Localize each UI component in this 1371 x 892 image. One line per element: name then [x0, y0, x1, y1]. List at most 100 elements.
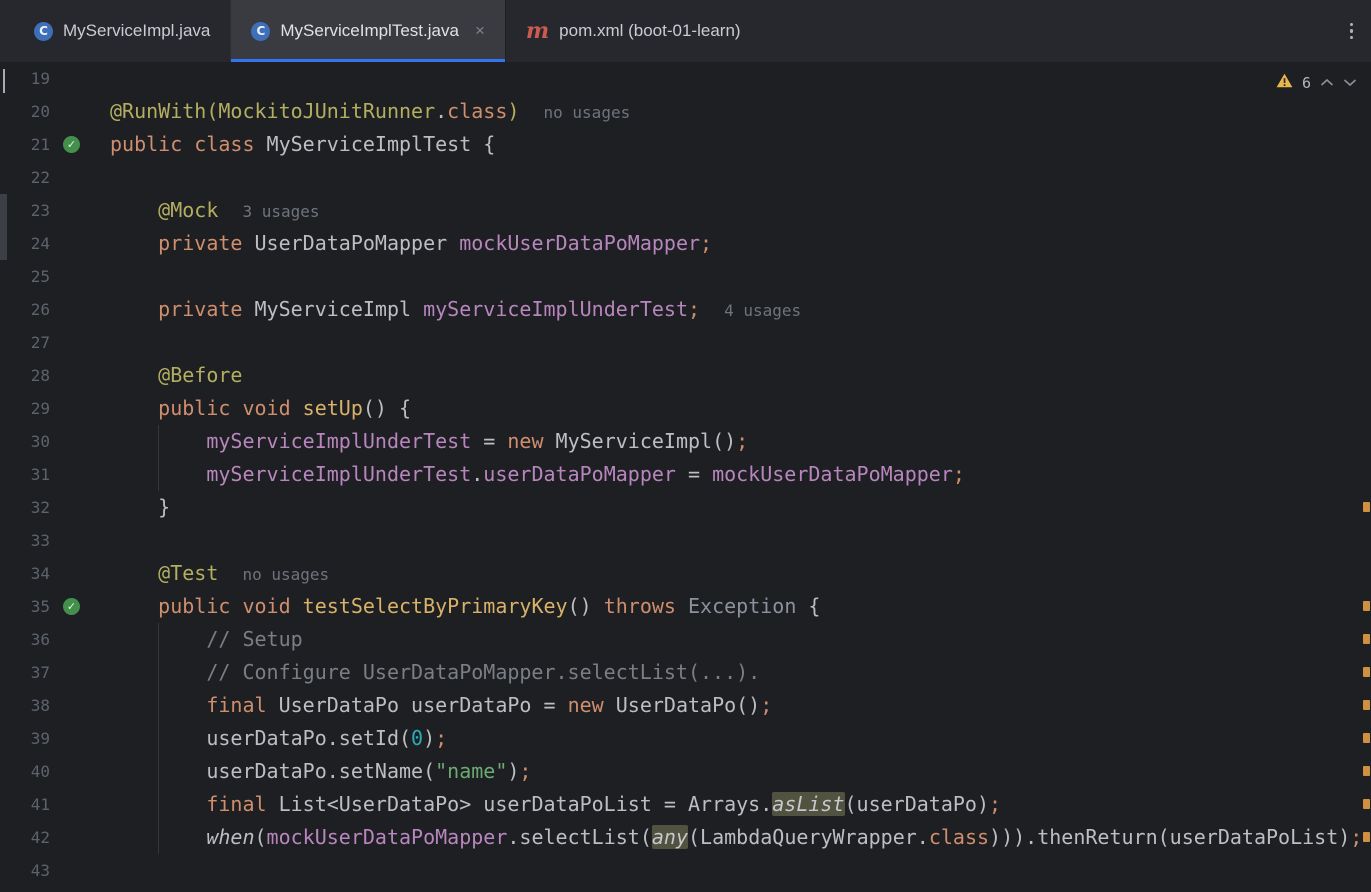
line-number[interactable]: 37	[0, 656, 50, 689]
code-line[interactable]: 41 final List<UserDataPo> userDataPoList…	[0, 788, 1371, 821]
code-line[interactable]: 23 @Mock 3 usages	[0, 194, 1371, 227]
chevron-down-icon[interactable]	[1343, 78, 1357, 87]
error-stripe	[1362, 62, 1371, 892]
line-number[interactable]: 43	[0, 854, 50, 887]
code-text: @Before	[158, 363, 243, 387]
code-line[interactable]: 22	[0, 161, 1371, 194]
code-text: private UserDataPoMapper mockUserDataPoM…	[158, 231, 713, 255]
line-number[interactable]: 19	[0, 62, 50, 95]
line-number[interactable]: 22	[0, 161, 50, 194]
maven-icon: m	[525, 18, 550, 44]
line-number[interactable]: 26	[0, 293, 50, 326]
code-text: myServiceImplUnderTest = new MyServiceIm…	[206, 429, 749, 453]
line-number[interactable]: 24	[0, 227, 50, 260]
line-number[interactable]: 42	[0, 821, 50, 854]
editor-tab[interactable]: C MyServiceImplTest.java ×	[230, 0, 505, 62]
line-number[interactable]: 29	[0, 392, 50, 425]
gutter	[50, 755, 110, 788]
gutter	[50, 194, 110, 227]
ide-window: C MyServiceImpl.java C MyServiceImplTest.ja…	[0, 0, 1371, 892]
code-text: @RunWith(MockitoJUnitRunner.class) no us…	[110, 99, 631, 123]
code-text: userDataPo.setId(0);	[206, 726, 448, 750]
gutter-marker	[0, 194, 7, 260]
code-line[interactable]: 30 myServiceImplUnderTest = new MyServic…	[0, 425, 1371, 458]
tab-list: C MyServiceImpl.java C MyServiceImplTest.ja…	[0, 0, 761, 62]
warning-stripe-mark[interactable]	[1363, 502, 1370, 512]
gutter	[50, 425, 110, 458]
close-icon[interactable]: ×	[475, 21, 485, 41]
warning-stripe-mark[interactable]	[1363, 667, 1370, 677]
code-line[interactable]: 29 public void setUp() {	[0, 392, 1371, 425]
indent-guide	[158, 623, 159, 854]
code-line[interactable]: 24 private UserDataPoMapper mockUserData…	[0, 227, 1371, 260]
editor-tab[interactable]: C MyServiceImpl.java	[14, 0, 230, 62]
chevron-up-icon[interactable]	[1320, 78, 1334, 87]
line-number[interactable]: 31	[0, 458, 50, 491]
code-line[interactable]: 25	[0, 260, 1371, 293]
gutter	[50, 62, 110, 95]
gutter	[50, 524, 110, 557]
code-line[interactable]: 20 @RunWith(MockitoJUnitRunner.class) no …	[0, 95, 1371, 128]
code-line[interactable]: 34 @Test no usages	[0, 557, 1371, 590]
gutter	[50, 326, 110, 359]
code-line[interactable]: 35 ✓ public void testSelectByPrimaryKey()…	[0, 590, 1371, 623]
code-line[interactable]: 28 @Before	[0, 359, 1371, 392]
line-number[interactable]: 34	[0, 557, 50, 590]
line-number[interactable]: 35	[0, 590, 50, 623]
line-number[interactable]: 23	[0, 194, 50, 227]
code-text: myServiceImplUnderTest.userDataPoMapper …	[206, 462, 965, 486]
inspection-widget[interactable]: 6	[1276, 73, 1357, 92]
line-number[interactable]: 27	[0, 326, 50, 359]
code-line[interactable]: 31 myServiceImplUnderTest.userDataPoMapp…	[0, 458, 1371, 491]
line-number[interactable]: 33	[0, 524, 50, 557]
code-line[interactable]: 37 // Configure UserDataPoMapper.selectL…	[0, 656, 1371, 689]
java-class-icon: C	[251, 21, 271, 41]
more-options-icon[interactable]	[1332, 22, 1371, 40]
line-number[interactable]: 28	[0, 359, 50, 392]
code-line[interactable]: 42 when(mockUserDataPoMapper.selectList(…	[0, 821, 1371, 854]
warning-stripe-mark[interactable]	[1363, 799, 1370, 809]
warning-stripe-mark[interactable]	[1363, 634, 1370, 644]
line-number[interactable]: 41	[0, 788, 50, 821]
code-line[interactable]: 19	[0, 62, 1371, 95]
code-line[interactable]: 38 final UserDataPo userDataPo = new Use…	[0, 689, 1371, 722]
code-line[interactable]: 43	[0, 854, 1371, 887]
warning-stripe-mark[interactable]	[1363, 733, 1370, 743]
editor-tab[interactable]: m pom.xml (boot-01-learn)	[504, 0, 761, 62]
code-line[interactable]: 21 ✓ public class MyServiceImplTest {	[0, 128, 1371, 161]
gutter	[50, 623, 110, 656]
warning-stripe-mark[interactable]	[1363, 832, 1370, 842]
gutter	[50, 821, 110, 854]
line-number[interactable]: 39	[0, 722, 50, 755]
warning-stripe-mark[interactable]	[1363, 766, 1370, 776]
code-line[interactable]: 39 userDataPo.setId(0);	[0, 722, 1371, 755]
test-passed-icon[interactable]: ✓	[63, 136, 80, 153]
code-line[interactable]: 32 }	[0, 491, 1371, 524]
gutter	[50, 458, 110, 491]
test-passed-icon[interactable]: ✓	[63, 598, 80, 615]
warning-stripe-mark[interactable]	[1363, 601, 1370, 611]
warning-stripe-mark[interactable]	[1363, 700, 1370, 710]
line-number[interactable]: 32	[0, 491, 50, 524]
line-number[interactable]: 25	[0, 260, 50, 293]
code-line[interactable]: 36 // Setup	[0, 623, 1371, 656]
code-line[interactable]: 33	[0, 524, 1371, 557]
gutter: ✓	[50, 590, 110, 623]
code-text: public void testSelectByPrimaryKey() thr…	[158, 594, 821, 618]
code-text: userDataPo.setName("name");	[206, 759, 532, 783]
code-text: when(mockUserDataPoMapper.selectList(any…	[206, 825, 1363, 849]
line-number[interactable]: 36	[0, 623, 50, 656]
gutter	[50, 788, 110, 821]
line-number[interactable]: 30	[0, 425, 50, 458]
warning-count[interactable]: 6	[1302, 74, 1311, 92]
code-line[interactable]: 40 userDataPo.setName("name");	[0, 755, 1371, 788]
line-number[interactable]: 21	[0, 128, 50, 161]
line-number[interactable]: 40	[0, 755, 50, 788]
gutter	[50, 260, 110, 293]
line-number[interactable]: 38	[0, 689, 50, 722]
line-number[interactable]: 20	[0, 95, 50, 128]
code-text: private MyServiceImpl myServiceImplUnder…	[158, 297, 802, 321]
gutter	[50, 359, 110, 392]
code-line[interactable]: 26 private MyServiceImpl myServiceImplUn…	[0, 293, 1371, 326]
code-line[interactable]: 27	[0, 326, 1371, 359]
